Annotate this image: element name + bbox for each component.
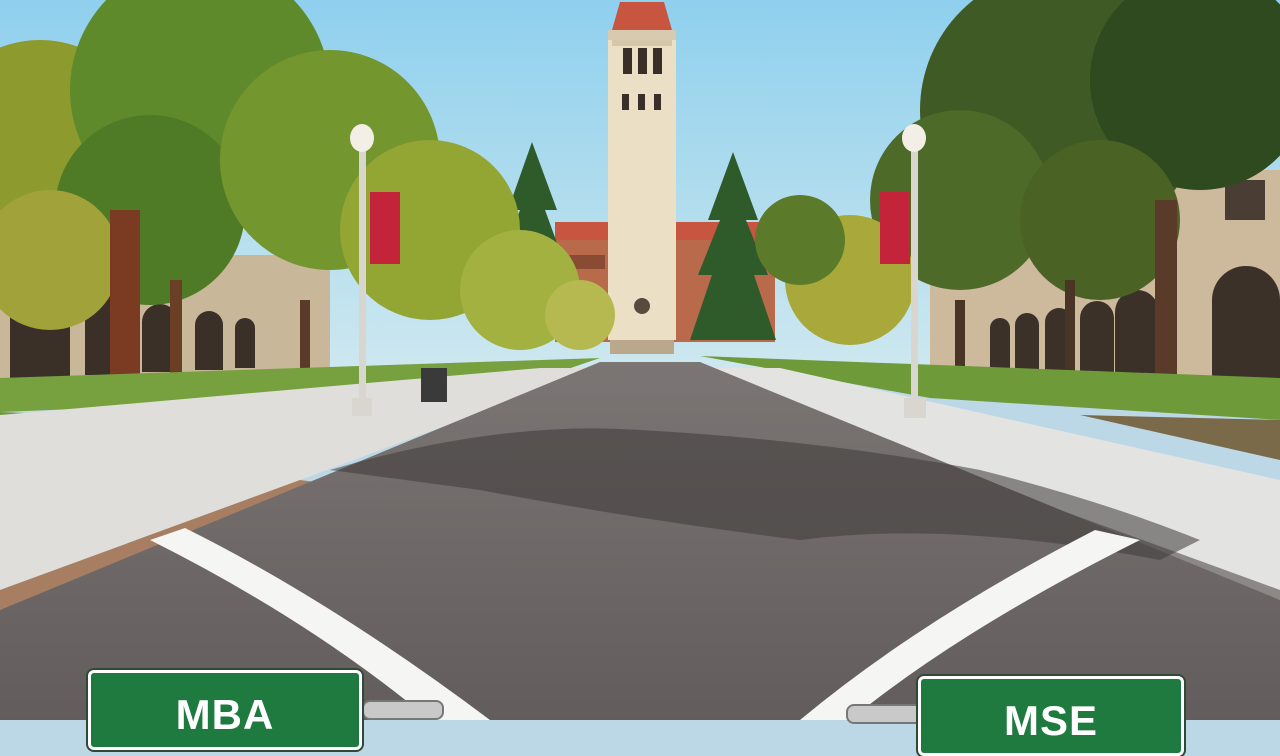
campus-scene: [0, 0, 1280, 720]
sign-bracket-left: [362, 700, 444, 720]
clock-tower: [608, 2, 676, 354]
mse-sign: MSE: [918, 676, 1184, 756]
mba-sign-label: MBA: [175, 691, 275, 738]
trash-can: [421, 368, 447, 402]
mba-sign: MBA: [88, 670, 362, 750]
mse-sign-label: MSE: [1003, 697, 1098, 744]
sign-bracket-right: [846, 704, 924, 724]
